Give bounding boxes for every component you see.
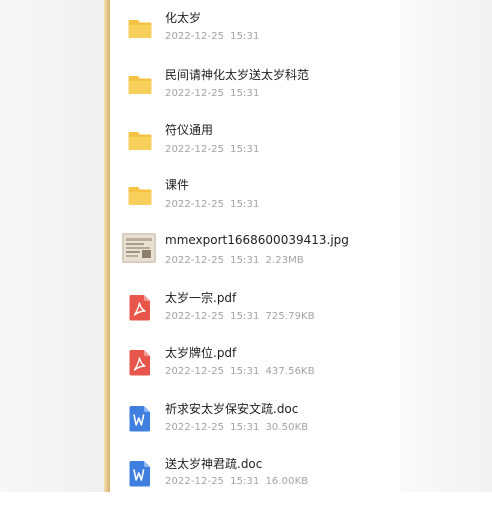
file-row-folder[interactable]: 符仪通用 2022-12-25 15:31 bbox=[110, 116, 400, 172]
file-size: 16.00KB bbox=[265, 476, 309, 487]
file-date: 2022-12-25 bbox=[165, 311, 225, 322]
file-row-doc[interactable]: 祈求安太岁保安文疏.doc 2022-12-25 15:31 30.50KB bbox=[110, 394, 400, 450]
folder-icon bbox=[120, 64, 160, 104]
file-name: 太岁牌位.pdf bbox=[165, 346, 237, 360]
file-time: 15:31 bbox=[230, 88, 260, 99]
file-time: 15:31 bbox=[230, 476, 260, 487]
file-row-pdf[interactable]: 太岁牌位.pdf 2022-12-25 15:31 437.56KB bbox=[110, 338, 400, 394]
file-name: 化太岁 bbox=[165, 11, 202, 25]
file-meta: 2022-12-25 15:31 2.23MB bbox=[165, 255, 304, 266]
file-meta: 2022-12-25 15:31 30.50KB bbox=[165, 422, 308, 433]
folder-icon bbox=[120, 175, 160, 215]
file-date: 2022-12-25 bbox=[165, 199, 225, 210]
file-date: 2022-12-25 bbox=[165, 31, 225, 42]
file-meta: 2022-12-25 15:31 bbox=[165, 144, 259, 155]
pdf-icon bbox=[120, 287, 160, 327]
file-row-doc[interactable]: 送太岁神君疏.doc 2022-12-25 15:31 16.00KB bbox=[110, 449, 400, 505]
file-meta: 2022-12-25 15:31 bbox=[165, 199, 259, 210]
folder-icon bbox=[120, 120, 160, 160]
file-time: 15:31 bbox=[230, 255, 260, 266]
file-name: 课件 bbox=[165, 178, 190, 192]
file-list: 化太岁 2022-12-25 15:31 民间请神化太岁送太岁科范 2022-12… bbox=[110, 0, 400, 492]
file-date: 2022-12-25 bbox=[165, 422, 225, 433]
file-name: 送太岁神君疏.doc bbox=[165, 457, 263, 471]
file-date: 2022-12-25 bbox=[165, 476, 225, 487]
file-meta: 2022-12-25 15:31 437.56KB bbox=[165, 366, 315, 377]
file-name: 祈求安太岁保安文疏.doc bbox=[165, 402, 299, 416]
file-time: 15:31 bbox=[230, 199, 260, 210]
file-date: 2022-12-25 bbox=[165, 255, 225, 266]
file-name: mmexport1668600039413.jpg bbox=[165, 233, 349, 247]
file-name: 太岁一宗.pdf bbox=[165, 291, 237, 305]
file-meta: 2022-12-25 15:31 16.00KB bbox=[165, 476, 308, 487]
file-row-folder[interactable]: 民间请神化太岁送太岁科范 2022-12-25 15:31 bbox=[110, 60, 400, 116]
file-meta: 2022-12-25 15:31 bbox=[165, 31, 259, 42]
pdf-icon bbox=[120, 342, 160, 382]
file-time: 15:31 bbox=[230, 422, 260, 433]
file-time: 15:31 bbox=[230, 311, 260, 322]
folder-icon bbox=[120, 8, 160, 48]
file-size: 2.23MB bbox=[265, 255, 304, 266]
file-row-folder[interactable]: 化太岁 2022-12-25 15:31 bbox=[110, 4, 400, 60]
file-time: 15:31 bbox=[230, 144, 260, 155]
file-date: 2022-12-25 bbox=[165, 88, 225, 99]
image-thumbnail-icon bbox=[120, 229, 160, 269]
file-date: 2022-12-25 bbox=[165, 144, 225, 155]
file-size: 725.79KB bbox=[265, 311, 315, 322]
file-meta: 2022-12-25 15:31 bbox=[165, 88, 259, 99]
file-time: 15:31 bbox=[230, 366, 260, 377]
file-time: 15:31 bbox=[230, 31, 260, 42]
word-doc-icon bbox=[120, 398, 160, 438]
file-date: 2022-12-25 bbox=[165, 366, 225, 377]
file-meta: 2022-12-25 15:31 725.79KB bbox=[165, 311, 315, 322]
file-row-image[interactable]: mmexport1668600039413.jpg 2022-12-25 15:3… bbox=[110, 227, 400, 283]
left-background-strip bbox=[0, 0, 104, 492]
file-size: 437.56KB bbox=[265, 366, 315, 377]
file-name: 民间请神化太岁送太岁科范 bbox=[165, 68, 310, 82]
right-background-strip bbox=[400, 0, 492, 492]
file-name: 符仪通用 bbox=[165, 123, 214, 137]
file-size: 30.50KB bbox=[265, 422, 309, 433]
file-row-folder[interactable]: 课件 2022-12-25 15:31 bbox=[110, 171, 400, 227]
word-doc-icon bbox=[120, 453, 160, 493]
file-row-pdf[interactable]: 太岁一宗.pdf 2022-12-25 15:31 725.79KB bbox=[110, 283, 400, 339]
